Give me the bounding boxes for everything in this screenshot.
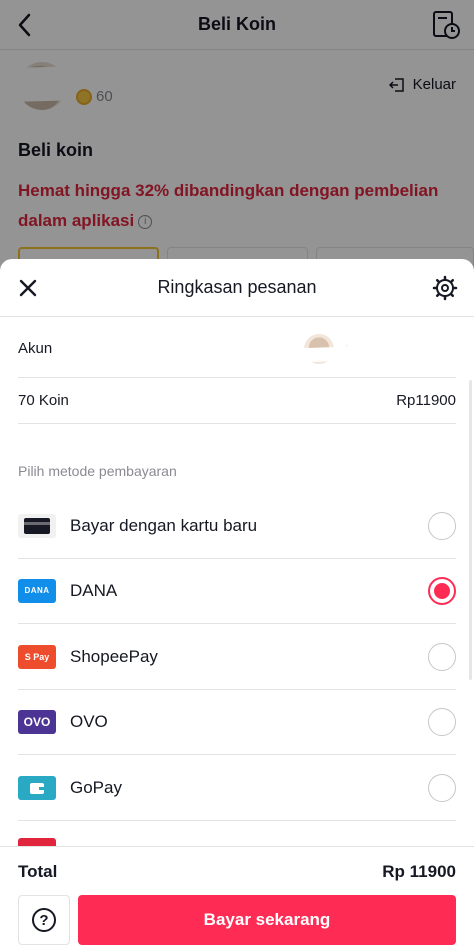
shopeepay-logo-text: S Pay bbox=[24, 651, 50, 662]
gopay-wallet-icon bbox=[18, 775, 56, 800]
quantity-price: Rp11900 bbox=[396, 392, 456, 409]
next-payment-logo-icon bbox=[18, 838, 56, 846]
quantity-label: 70 Koin bbox=[18, 392, 69, 409]
radio-shopeepay[interactable] bbox=[428, 642, 456, 671]
sheet-title: Ringkasan pesanan bbox=[157, 277, 317, 297]
account-redacted bbox=[275, 332, 457, 366]
dana-logo-text: DANA bbox=[24, 586, 50, 595]
ovo-logo-icon: OVO bbox=[18, 709, 56, 734]
shopeepay-logo-icon: S Pay bbox=[18, 644, 56, 669]
help-icon: ? bbox=[32, 908, 56, 932]
total-value: Rp 11900 bbox=[382, 862, 456, 881]
payment-method-name: ShopeePay bbox=[70, 646, 158, 666]
payment-method-name: GoPay bbox=[70, 777, 122, 797]
radio-dana-selected[interactable] bbox=[428, 576, 456, 605]
payment-method-ovo[interactable]: OVO OVO bbox=[18, 689, 456, 755]
ovo-logo-text: OVO bbox=[23, 714, 51, 729]
payment-method-name: OVO bbox=[70, 711, 108, 731]
total-label: Total bbox=[18, 862, 58, 881]
payment-method-card[interactable]: Bayar dengan kartu baru bbox=[18, 493, 456, 559]
scrollbar[interactable] bbox=[469, 380, 472, 680]
account-row: Akun bbox=[18, 320, 457, 378]
radio-gopay[interactable] bbox=[428, 773, 456, 802]
sheet-header: Ringkasan pesanan bbox=[0, 259, 474, 317]
payment-method-name: Bayar dengan kartu baru bbox=[70, 515, 258, 535]
payment-method-label: Pilih metode pembayaran bbox=[18, 463, 177, 479]
payment-method-name: DANA bbox=[70, 580, 118, 600]
gear-icon[interactable] bbox=[432, 275, 458, 301]
radio-ovo[interactable] bbox=[428, 707, 456, 736]
payment-method-shopeepay[interactable]: S Pay ShopeePay bbox=[18, 624, 456, 690]
dana-logo-icon: DANA bbox=[18, 578, 56, 603]
quantity-row: 70 Koin Rp11900 bbox=[18, 378, 456, 424]
account-redaction bbox=[275, 342, 457, 363]
card-icon bbox=[18, 513, 56, 538]
help-button[interactable]: ? bbox=[18, 895, 70, 945]
radio-card[interactable] bbox=[428, 511, 456, 540]
payment-method-gopay[interactable]: GoPay bbox=[18, 755, 456, 821]
pay-now-button[interactable]: Bayar sekarang bbox=[78, 895, 456, 945]
account-label: Akun bbox=[18, 340, 53, 357]
payment-method-dana[interactable]: DANA DANA bbox=[18, 558, 456, 624]
